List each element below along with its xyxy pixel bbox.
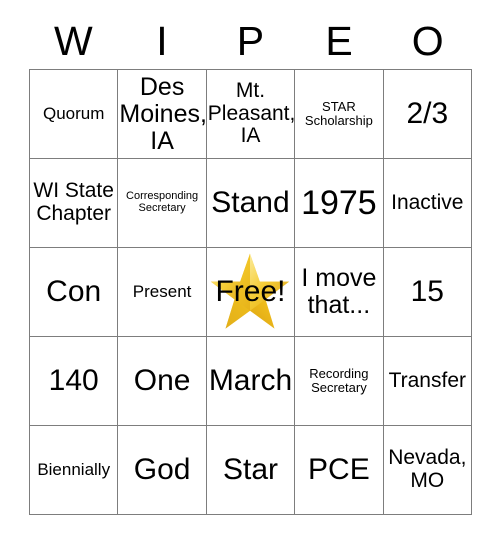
bingo-cell-label: Inactive bbox=[391, 190, 464, 214]
bingo-cell-r5c3[interactable]: Star bbox=[206, 426, 296, 515]
bingo-header-row: W I P E O bbox=[29, 14, 472, 69]
bingo-cell-label: Nevada, MO bbox=[388, 446, 467, 492]
bingo-cell-r5c2[interactable]: God bbox=[118, 426, 207, 515]
bingo-cell-r3c2[interactable]: Present bbox=[118, 248, 207, 337]
bingo-cell-label: Des Moines, IA bbox=[119, 72, 207, 155]
bingo-cell-label: March bbox=[208, 363, 293, 397]
header-letter-5: O bbox=[411, 18, 444, 64]
bingo-cell-label: Quorum bbox=[42, 103, 105, 123]
bingo-cell-label: 1975 bbox=[301, 183, 377, 222]
bingo-cell-r2c1[interactable]: WI State Chapter bbox=[30, 159, 119, 248]
bingo-cell-r4c4[interactable]: Recording Secretary bbox=[295, 337, 384, 426]
bingo-cell-r1c1[interactable]: Quorum bbox=[30, 70, 119, 159]
bingo-cell-r3c1[interactable]: Con bbox=[30, 248, 119, 337]
header-letter-4: E bbox=[325, 18, 353, 64]
bingo-cell-label: STAR Scholarship bbox=[304, 98, 373, 128]
bingo-cell-r1c5[interactable]: 2/3 bbox=[383, 70, 472, 159]
header-letter-1: W bbox=[53, 18, 93, 64]
bingo-cell-r4c1[interactable]: 140 bbox=[30, 337, 119, 426]
bingo-cell-label: 140 bbox=[48, 363, 99, 397]
bingo-cell-r2c5[interactable]: Inactive bbox=[383, 159, 472, 248]
bingo-cell-label: Mt. Pleasant, IA bbox=[207, 78, 296, 148]
bingo-grid: Quorum Des Moines, IA Mt. Pleasant, IA S… bbox=[29, 69, 472, 515]
bingo-cell-r1c3[interactable]: Mt. Pleasant, IA bbox=[206, 70, 296, 159]
bingo-cell-label: Corresponding Secretary bbox=[126, 190, 199, 214]
bingo-cell-label: PCE bbox=[308, 452, 370, 486]
bingo-cell-label: Free! bbox=[215, 274, 286, 308]
bingo-cell-label: Star bbox=[222, 452, 278, 486]
bingo-cell-r4c5[interactable]: Transfer bbox=[383, 337, 472, 426]
bingo-cell-r4c3[interactable]: March bbox=[206, 337, 296, 426]
bingo-cell-label: 15 bbox=[410, 274, 444, 308]
bingo-cell-r3c5[interactable]: 15 bbox=[383, 248, 472, 337]
bingo-cell-label: One bbox=[133, 363, 191, 397]
bingo-card: W I P E O Quorum Des Moines, IA Mt. Plea… bbox=[0, 0, 500, 544]
bingo-cell-r5c5[interactable]: Nevada, MO bbox=[383, 426, 472, 515]
header-letter-2: I bbox=[156, 18, 168, 64]
bingo-cell-label: I move that... bbox=[301, 264, 377, 319]
bingo-cell-r3c4[interactable]: I move that... bbox=[295, 248, 384, 337]
bingo-cell-r4c2[interactable]: One bbox=[118, 337, 207, 426]
bingo-cell-label: Recording Secretary bbox=[309, 365, 369, 395]
bingo-cell-label: God bbox=[133, 452, 191, 486]
bingo-cell-r2c3[interactable]: Stand bbox=[206, 159, 296, 248]
bingo-cell-r1c4[interactable]: STAR Scholarship bbox=[295, 70, 384, 159]
bingo-cell-label: Con bbox=[46, 274, 102, 308]
header-letter-3: P bbox=[236, 18, 265, 64]
bingo-cell-label: Biennially bbox=[37, 459, 111, 479]
bingo-cell-label: 2/3 bbox=[406, 96, 449, 130]
bingo-cell-r2c4[interactable]: 1975 bbox=[295, 159, 384, 248]
bingo-cell-free-space[interactable]: Free! bbox=[206, 248, 296, 337]
bingo-cell-label: Transfer bbox=[388, 368, 466, 392]
bingo-cell-r2c2[interactable]: Corresponding Secretary bbox=[118, 159, 207, 248]
bingo-cell-label: Stand bbox=[211, 185, 290, 219]
bingo-cell-r5c1[interactable]: Biennially bbox=[30, 426, 119, 515]
bingo-cell-label: Present bbox=[132, 281, 192, 301]
bingo-cell-r5c4[interactable]: PCE bbox=[295, 426, 384, 515]
bingo-cell-r1c2[interactable]: Des Moines, IA bbox=[118, 70, 207, 159]
bingo-cell-label: WI State Chapter bbox=[33, 179, 114, 225]
